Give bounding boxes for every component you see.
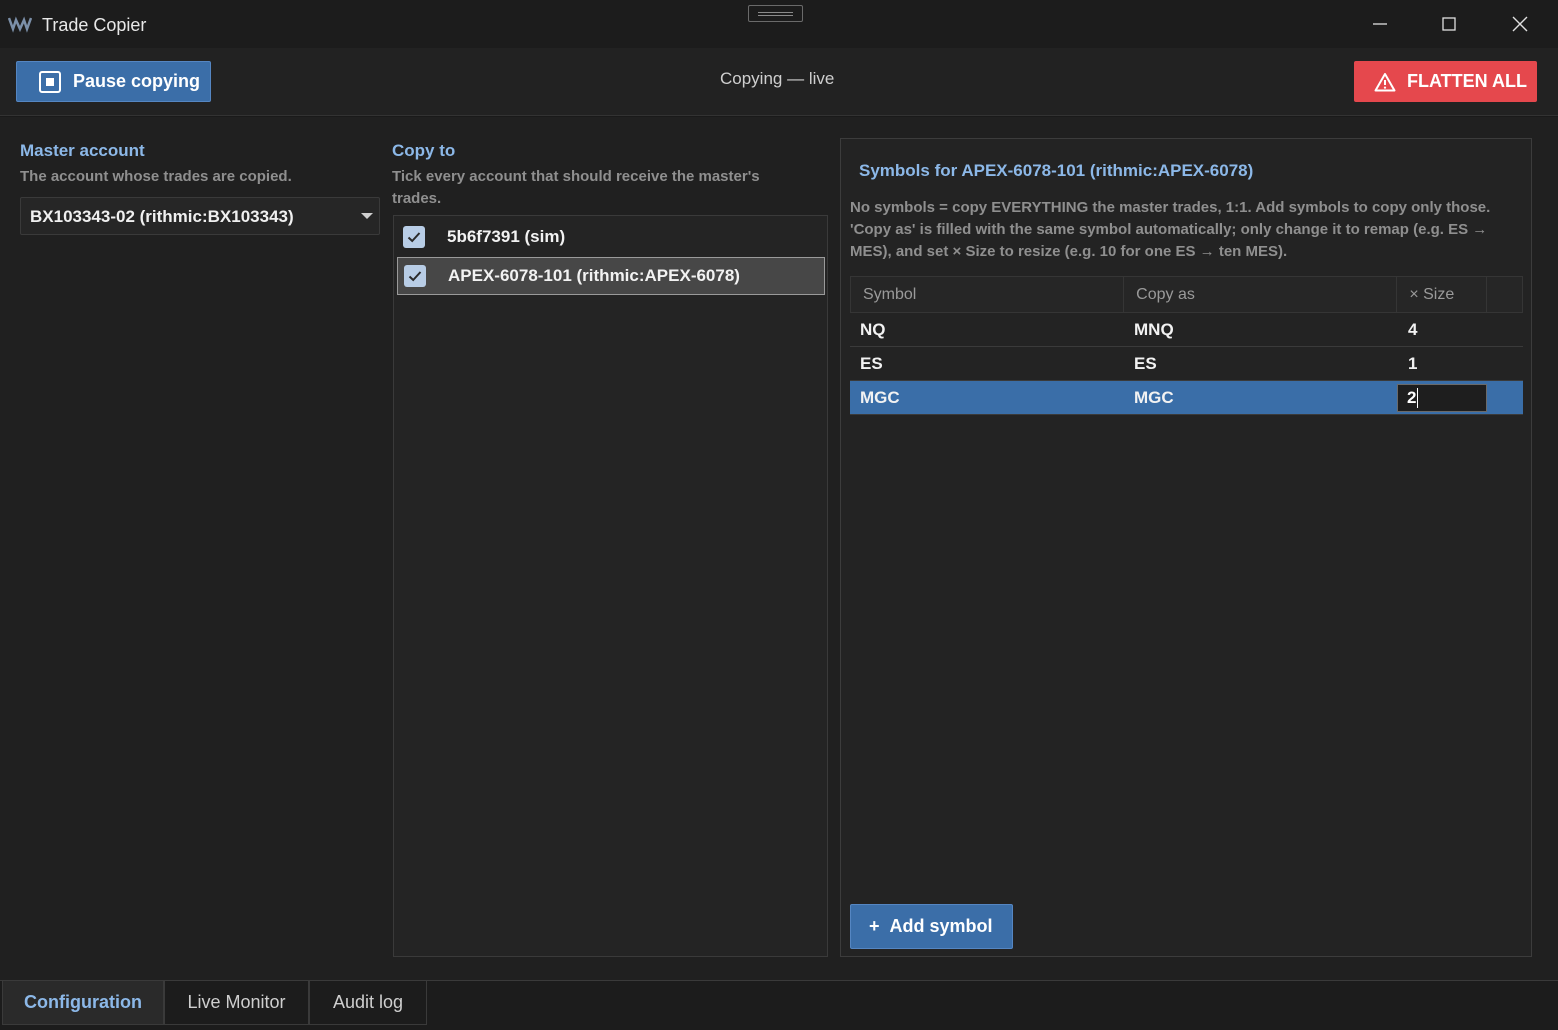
symbols-description: No symbols = copy EVERYTHING the master … — [850, 199, 1491, 260]
table-header: Symbol Copy as × Size — [850, 276, 1523, 313]
copy-as-cell[interactable]: ES — [1124, 347, 1398, 380]
account-checkbox[interactable] — [403, 226, 425, 248]
symbol-cell[interactable]: NQ — [850, 313, 1124, 346]
add-symbol-label: Add symbol — [889, 916, 993, 936]
minimize-button[interactable] — [1345, 0, 1415, 48]
symbols-title: Symbols for APEX-6078-101 (rithmic:APEX-… — [859, 161, 1254, 180]
table-row[interactable]: ES ES 1 — [850, 347, 1523, 381]
minimize-icon — [1373, 23, 1387, 25]
copy-to-subtitle: Tick every account that should receive t… — [392, 168, 760, 207]
chevron-down-icon — [361, 213, 373, 219]
master-account-subtitle: The account whose trades are copied. — [20, 168, 292, 185]
copy-as-cell[interactable]: MNQ — [1124, 313, 1398, 346]
copy-as-cell[interactable]: MGC — [1124, 381, 1398, 414]
toolbar: Pause copying Copying — live FLATTEN ALL — [0, 48, 1558, 116]
pause-copying-label: Pause copying — [73, 71, 201, 91]
window-title: Trade Copier — [42, 15, 147, 35]
copy-to-account-list: 5b6f7391 (sim) APEX-6078-101 (rithmic:AP… — [393, 215, 828, 957]
column-header-spacer — [1487, 277, 1522, 312]
column-header-copy-as[interactable]: Copy as — [1124, 277, 1398, 312]
master-account-select[interactable]: BX103343-02 (rithmic:BX103343) — [20, 197, 380, 235]
account-checkbox[interactable] — [404, 265, 426, 287]
column-header-symbol[interactable]: Symbol — [851, 277, 1125, 312]
column-header-size[interactable]: × Size — [1397, 277, 1488, 312]
tab-live-monitor[interactable]: Live Monitor — [164, 981, 309, 1025]
table-row[interactable]: NQ MNQ 4 — [850, 313, 1523, 347]
close-icon — [1512, 16, 1528, 32]
size-input-value: 2 — [1407, 387, 1417, 407]
account-item-sim[interactable]: 5b6f7391 (sim) — [397, 218, 825, 256]
close-button[interactable] — [1485, 0, 1555, 48]
size-cell[interactable]: 1 — [1398, 347, 1488, 380]
symbol-cell[interactable]: ES — [850, 347, 1124, 380]
pause-copying-button[interactable]: Pause copying — [16, 61, 211, 102]
add-symbol-button[interactable]: + Add symbol — [850, 904, 1013, 949]
title-bar: Trade Copier — [0, 0, 1558, 48]
checkmark-icon — [408, 271, 422, 282]
app-logo-icon — [8, 16, 32, 33]
size-cell[interactable]: 2 — [1397, 381, 1488, 414]
copy-status: Copying — live — [720, 69, 835, 88]
table-row-selected[interactable]: MGC MGC 2 — [850, 381, 1523, 415]
size-input[interactable]: 2 — [1397, 383, 1487, 412]
tab-bar: Configuration Live Monitor Audit log — [0, 980, 1558, 1030]
plus-icon: + — [869, 916, 880, 936]
flatten-all-label: FLATTEN ALL — [1407, 71, 1527, 91]
master-account-value: BX103343-02 (rithmic:BX103343) — [30, 207, 294, 226]
stop-icon — [39, 70, 61, 93]
size-cell[interactable]: 4 — [1398, 313, 1488, 346]
symbols-table: Symbol Copy as × Size NQ MNQ 4 ES ES 1 M… — [850, 276, 1523, 415]
warning-icon — [1374, 72, 1396, 91]
drag-handle[interactable] — [748, 5, 803, 22]
checkmark-icon — [407, 232, 421, 243]
flatten-all-button[interactable]: FLATTEN ALL — [1354, 61, 1537, 102]
tab-audit-log[interactable]: Audit log — [309, 981, 427, 1025]
text-cursor — [1417, 387, 1419, 408]
symbols-panel: Symbols for APEX-6078-101 (rithmic:APEX-… — [840, 138, 1532, 957]
account-label: 5b6f7391 (sim) — [447, 227, 566, 246]
tab-configuration[interactable]: Configuration — [2, 981, 164, 1025]
symbol-cell[interactable]: MGC — [850, 381, 1124, 414]
account-label: APEX-6078-101 (rithmic:APEX-6078) — [448, 266, 740, 285]
copy-to-title: Copy to — [392, 141, 456, 160]
maximize-icon — [1442, 17, 1456, 31]
configuration-panel: Master account The account whose trades … — [0, 117, 1558, 980]
account-item-apex[interactable]: APEX-6078-101 (rithmic:APEX-6078) — [397, 257, 825, 295]
master-account-title: Master account — [20, 141, 145, 160]
maximize-button[interactable] — [1414, 0, 1484, 48]
